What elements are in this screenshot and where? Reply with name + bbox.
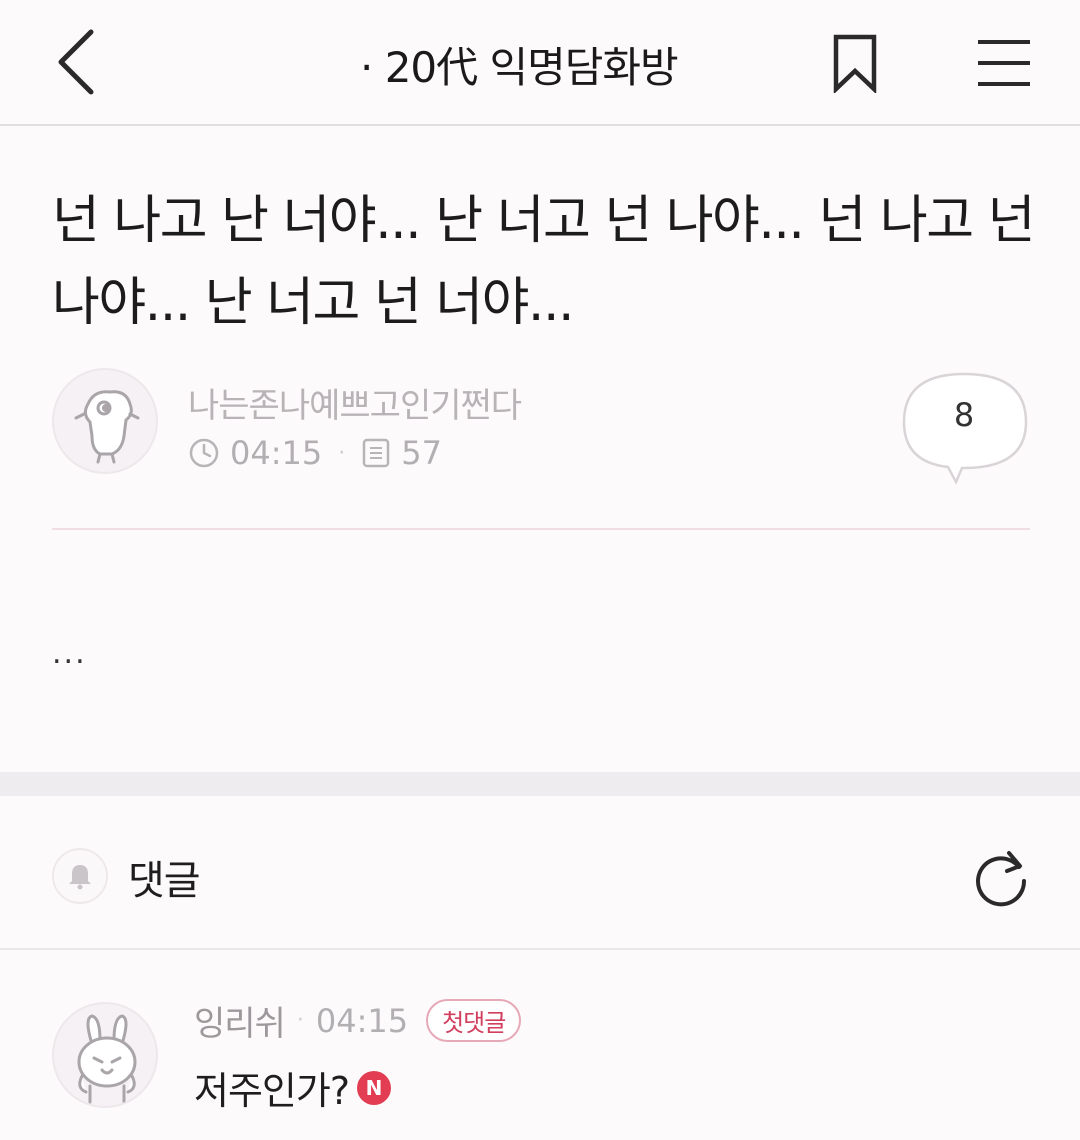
first-comment-badge: 첫댓글 <box>426 999 522 1042</box>
section-separator <box>0 772 1080 796</box>
author-name: 나는존나예쁘고인기쩐다 <box>188 386 522 426</box>
comment-header: 잉리쉬 · 04:15 첫댓글 <box>194 996 522 1045</box>
post-divider <box>52 528 1030 530</box>
clock-icon <box>189 438 219 468</box>
meta-separator: · <box>338 440 346 466</box>
chevron-left-icon <box>58 29 94 95</box>
comments-header: 댓글 <box>0 796 1080 950</box>
bookmark-button[interactable] <box>820 28 890 98</box>
top-bar: · 20代 익명담화방 <box>0 0 1080 126</box>
post-time: 04:15 <box>230 434 323 472</box>
comment-item: 잉리쉬 · 04:15 첫댓글 저주인가? N <box>52 990 1032 1120</box>
post-meta: 04:15 · 57 <box>188 434 442 472</box>
bunny-avatar-icon <box>77 1014 137 1104</box>
comment-count: 8 <box>953 396 975 434</box>
bell-icon <box>69 865 91 890</box>
refresh-icon <box>976 851 1027 907</box>
comment-author: 잉리쉬 <box>194 1004 286 1044</box>
board-title: · 20代 익명담화방 <box>360 43 679 92</box>
bookmark-icon <box>833 34 877 93</box>
hamburger-menu-icon <box>978 40 1030 86</box>
comment-meta-separator: · <box>296 1008 304 1033</box>
commenter-avatar[interactable] <box>52 1002 158 1108</box>
comment-notification-button[interactable] <box>52 848 108 904</box>
views-icon <box>362 438 390 468</box>
character-avatar-icon <box>74 390 140 464</box>
menu-button[interactable] <box>966 28 1042 98</box>
comments-label: 댓글 <box>128 858 201 904</box>
comment-time: 04:15 <box>315 1001 409 1040</box>
post-body: ... <box>52 636 87 671</box>
new-badge: N <box>357 1070 392 1105</box>
comment-text-row: 저주인가? N <box>194 1060 392 1115</box>
comment-count-bubble[interactable]: 8 <box>900 370 1032 488</box>
post-author-row: 나는존나예쁘고인기쩐다 04:15 · 57 8 <box>52 368 1032 485</box>
post-title: 넌 나고 난 너야... 난 너고 넌 나야... 넌 나고 넌 나야... 난… <box>52 191 1035 333</box>
back-button[interactable] <box>40 24 110 100</box>
author-avatar[interactable] <box>52 368 158 474</box>
post-views: 57 <box>401 434 442 472</box>
comment-text: 저주인가? <box>194 1069 350 1113</box>
refresh-button[interactable] <box>966 842 1036 912</box>
